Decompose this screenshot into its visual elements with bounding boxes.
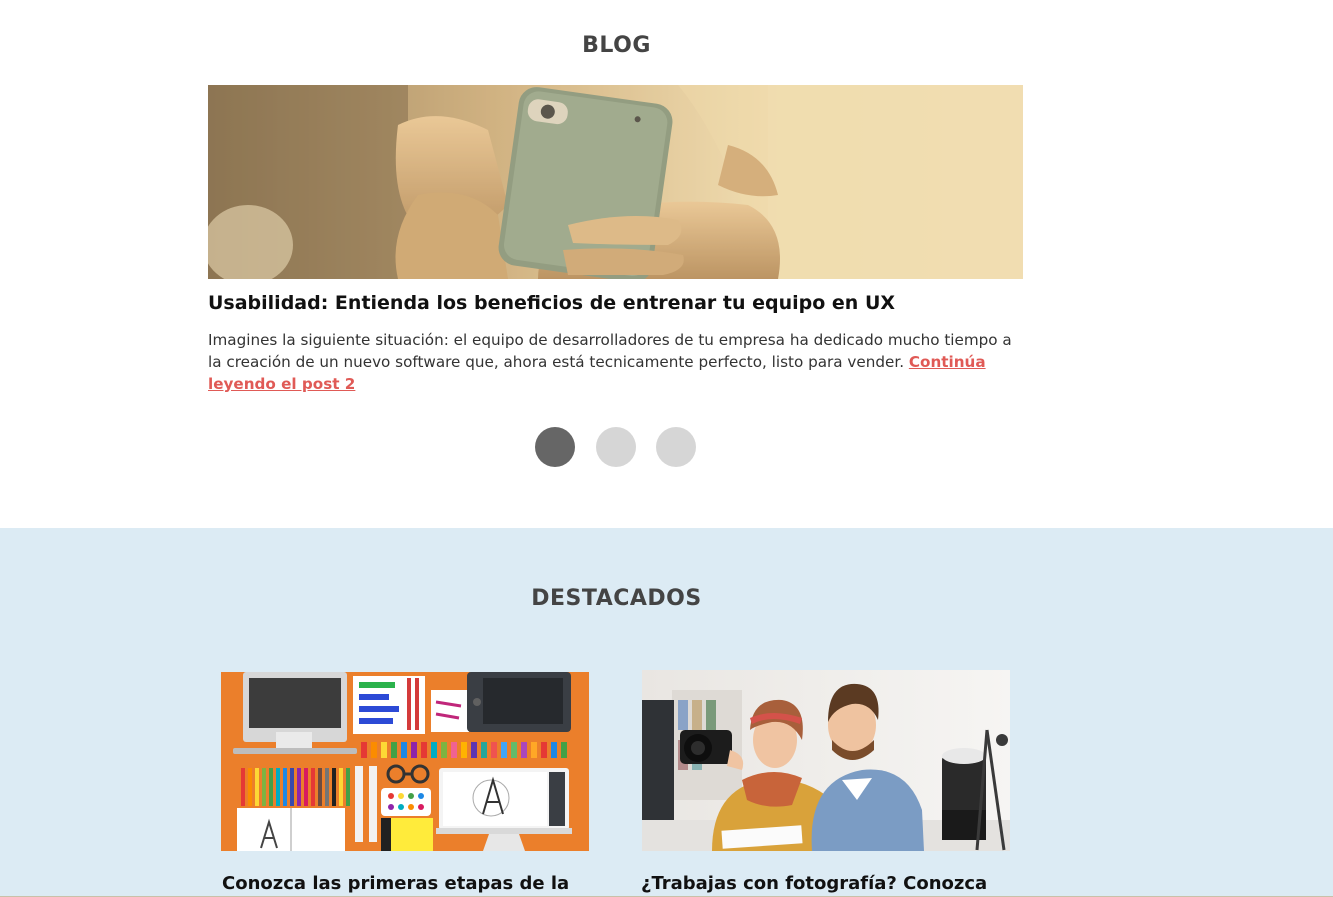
featured-card-1-title[interactable]: Conozca las primeras etapas de la bbox=[222, 873, 569, 894]
featured-section: DESTACADOS Conozca las primeras etapas d… bbox=[0, 528, 1333, 897]
featured-card-1-image[interactable] bbox=[221, 672, 589, 851]
featured-card-2-image[interactable] bbox=[642, 670, 1010, 851]
featured-section-title: DESTACADOS bbox=[531, 586, 702, 611]
blog-section: BLOG Usabilidad: Entienda los beneficios… bbox=[0, 0, 1333, 528]
featured-card-2-title[interactable]: ¿Trabajas con fotografía? Conozca bbox=[641, 873, 987, 894]
blog-post-image[interactable] bbox=[208, 85, 1023, 279]
blog-post-title[interactable]: Usabilidad: Entienda los beneficios de e… bbox=[208, 292, 1023, 314]
carousel-dot-1[interactable] bbox=[535, 427, 575, 467]
page: BLOG Usabilidad: Entienda los beneficios… bbox=[0, 0, 1333, 897]
carousel-dot-3[interactable] bbox=[656, 427, 696, 467]
blog-post-excerpt: Imagines la siguiente situación: el equi… bbox=[208, 329, 1020, 395]
carousel-dot-2[interactable] bbox=[596, 427, 636, 467]
blog-post-excerpt-text: Imagines la siguiente situación: el equi… bbox=[208, 331, 1012, 371]
blog-section-title: BLOG bbox=[582, 33, 651, 58]
